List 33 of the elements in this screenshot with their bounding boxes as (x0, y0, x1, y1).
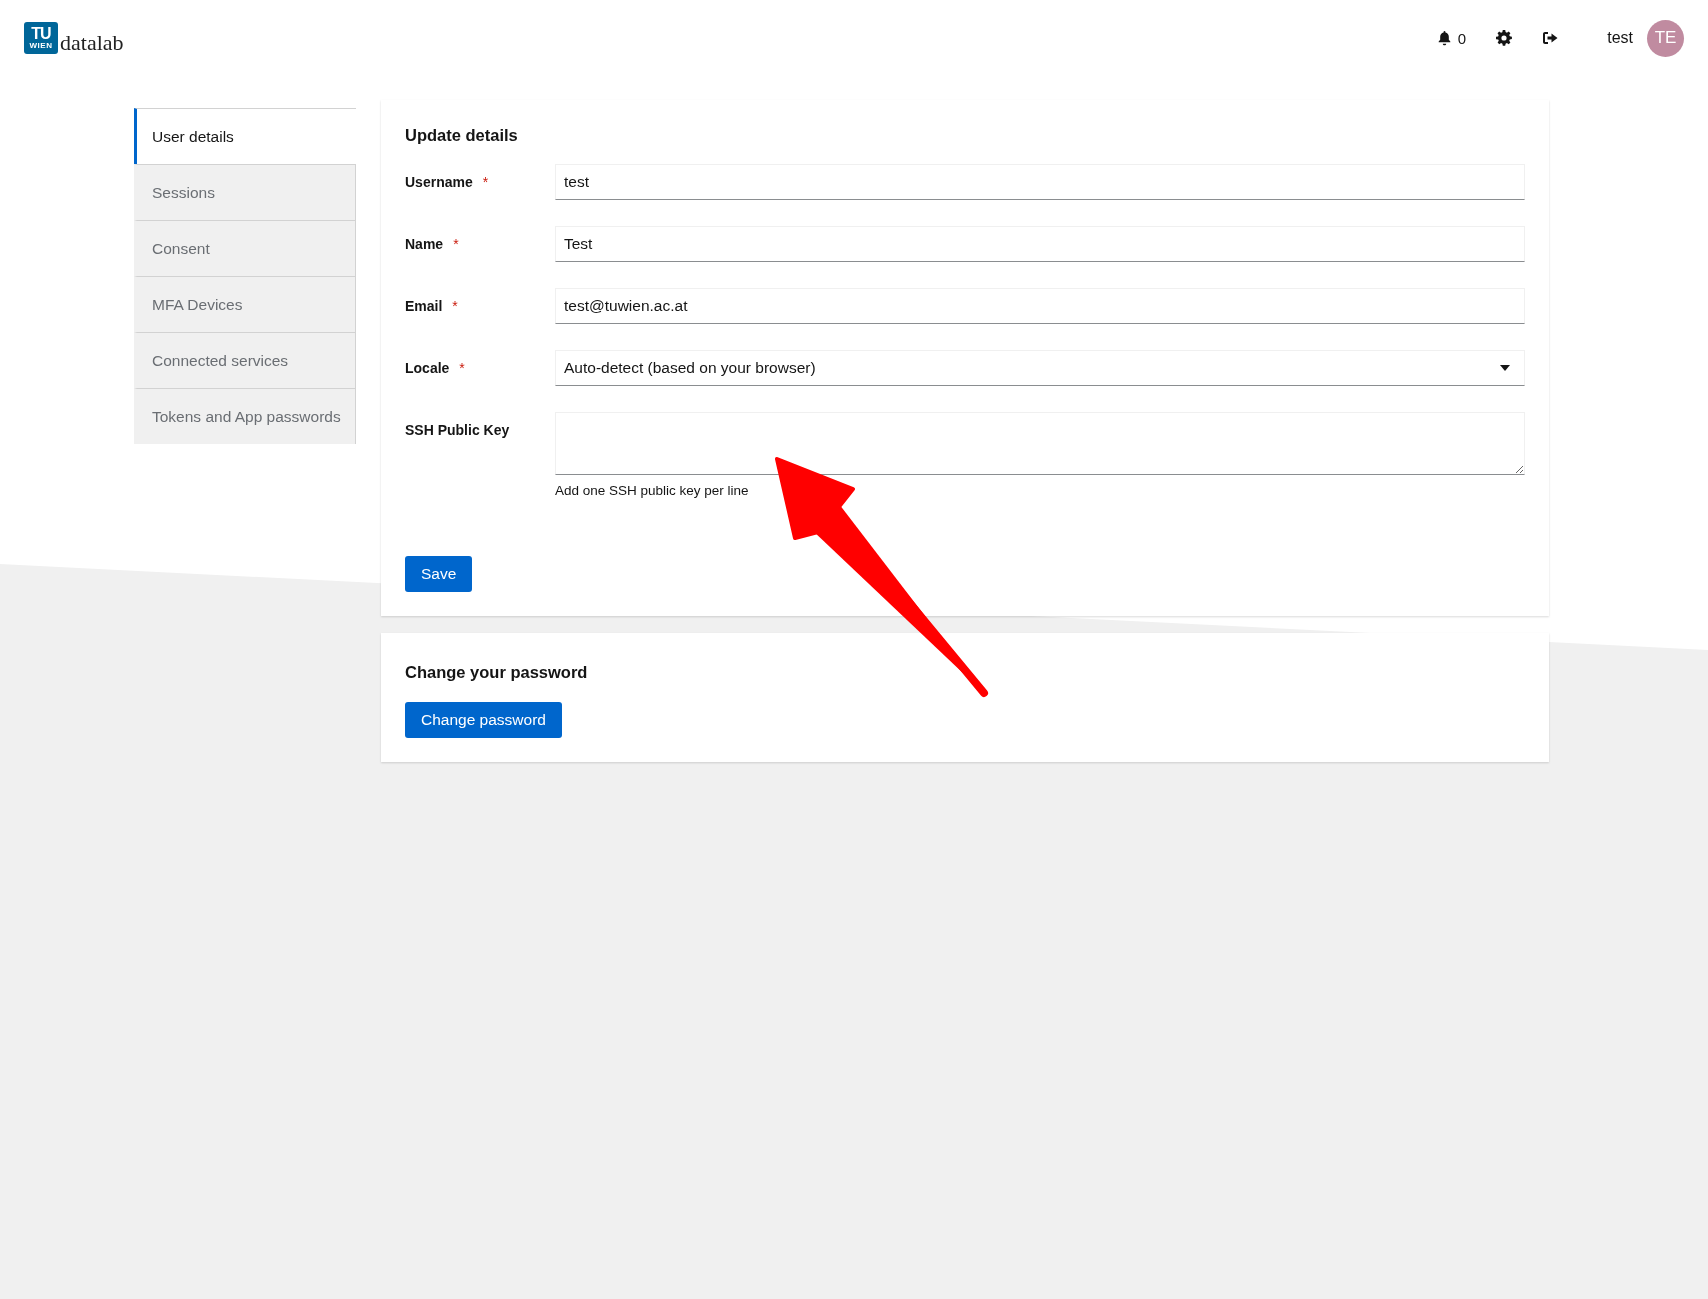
input-field[interactable]: test (555, 164, 1525, 200)
field-label: SSH Public Key (405, 422, 510, 438)
logo-text[interactable]: datalab (60, 32, 124, 54)
settings-icon[interactable] (1496, 30, 1513, 46)
logo-icon[interactable]: TU WIEN (24, 22, 58, 54)
sidebar-item[interactable]: Sessions (134, 164, 356, 220)
required-mark: * (459, 360, 465, 376)
card-title: Update details (405, 126, 519, 145)
save-button[interactable]: Save (405, 556, 473, 592)
help-text: Add one SSH public key per line (555, 483, 750, 498)
select-field[interactable]: Auto-detect (based on your browser) (555, 350, 1525, 386)
sidebar-item[interactable]: MFA Devices (134, 276, 356, 332)
bell-icon[interactable] (1436, 30, 1452, 46)
change-password-button[interactable]: Change password (405, 702, 562, 738)
input-field[interactable]: test@tuwien.ac.at (555, 288, 1525, 324)
input-field[interactable]: Test (555, 226, 1525, 262)
field-label: Email (405, 298, 443, 314)
required-mark: * (453, 236, 459, 252)
sidebar-item[interactable]: User details (134, 108, 356, 164)
sidebar-item[interactable]: Tokens and App passwords (134, 388, 356, 444)
sidebar-item[interactable]: Connected services (134, 332, 356, 388)
field-label: Locale (405, 360, 450, 376)
required-mark: * (452, 298, 458, 314)
logout-icon[interactable] (1542, 31, 1560, 45)
notification-count: 0 (1457, 29, 1467, 47)
required-mark: * (482, 174, 489, 190)
sidebar-item[interactable]: Consent (134, 220, 356, 276)
card-title: Change your password (405, 663, 589, 682)
field-label: Name (405, 236, 444, 252)
caret-icon (1500, 365, 1510, 371)
field-label: Username (405, 174, 473, 190)
text-area[interactable] (555, 412, 1525, 475)
user-name[interactable]: test (1607, 29, 1633, 47)
